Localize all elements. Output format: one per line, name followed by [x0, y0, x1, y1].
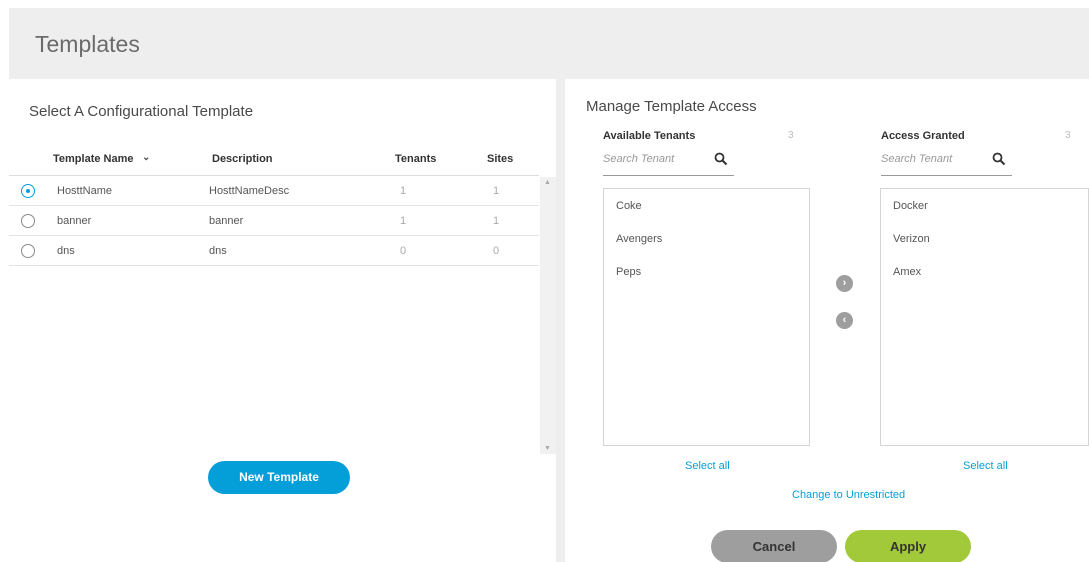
- scroll-up-arrow-icon[interactable]: ▲: [544, 179, 551, 186]
- granted-select-all-link[interactable]: Select all: [963, 460, 1008, 472]
- access-granted-list[interactable]: Docker Verizon Amex: [880, 188, 1089, 446]
- available-tenants-count: 3: [788, 130, 794, 141]
- list-item[interactable]: Amex: [893, 266, 921, 278]
- scroll-down-arrow-icon[interactable]: ▼: [544, 445, 551, 452]
- table-row[interactable]: banner banner 1 1: [9, 206, 539, 236]
- row-tenants: 0: [400, 245, 407, 257]
- available-select-all-link[interactable]: Select all: [685, 460, 730, 472]
- row-description: HosttNameDesc: [209, 185, 290, 197]
- move-right-chevron-icon[interactable]: ›: [836, 275, 853, 292]
- row-name: dns: [57, 245, 75, 257]
- sort-chevron-down-icon[interactable]: ⌄: [142, 152, 150, 163]
- table-header: Template Name ⌄ Description Tenants Site…: [9, 144, 539, 176]
- available-tenants-list[interactable]: Coke Avengers Peps: [603, 188, 810, 446]
- page-header: Templates: [9, 8, 1089, 79]
- table-row[interactable]: dns dns 0 0: [9, 236, 539, 266]
- list-item[interactable]: Peps: [616, 266, 641, 278]
- apply-button[interactable]: Apply: [845, 530, 971, 562]
- row-radio[interactable]: [21, 214, 35, 228]
- move-left-chevron-icon[interactable]: ‹: [836, 312, 853, 329]
- page-title: Templates: [35, 31, 140, 57]
- row-sites: 1: [493, 215, 500, 227]
- right-panel-title: Manage Template Access: [586, 98, 757, 115]
- search-icon[interactable]: [992, 152, 1006, 166]
- panel-divider: [556, 79, 565, 562]
- available-search-placeholder: Search Tenant: [603, 153, 675, 165]
- list-item[interactable]: Coke: [616, 200, 642, 212]
- available-search-input[interactable]: Search Tenant: [603, 145, 734, 176]
- row-tenants: 1: [400, 185, 407, 197]
- search-icon[interactable]: [714, 152, 728, 166]
- column-header-sites: Sites: [487, 153, 514, 165]
- row-description: dns: [209, 245, 227, 257]
- granted-search-placeholder: Search Tenant: [881, 153, 953, 165]
- column-header-tenants: Tenants: [395, 153, 437, 165]
- granted-search-input[interactable]: Search Tenant: [881, 145, 1012, 176]
- table-row[interactable]: HosttName HosttNameDesc 1 1: [9, 176, 539, 206]
- table-scrollbar[interactable]: ▲ ▼: [540, 177, 556, 454]
- new-template-button[interactable]: New Template: [208, 461, 350, 494]
- column-header-description: Description: [212, 153, 273, 165]
- row-name: banner: [57, 215, 92, 227]
- available-tenants-label: Available Tenants: [603, 130, 696, 142]
- list-item[interactable]: Verizon: [893, 233, 930, 245]
- row-sites: 0: [493, 245, 500, 257]
- row-radio[interactable]: [21, 244, 35, 258]
- row-description: banner: [209, 215, 244, 227]
- row-tenants: 1: [400, 215, 407, 227]
- row-radio[interactable]: [21, 184, 35, 198]
- access-granted-count: 3: [1065, 130, 1071, 141]
- access-granted-label: Access Granted: [881, 130, 965, 142]
- row-name: HosttName: [57, 185, 113, 197]
- list-item[interactable]: Avengers: [616, 233, 662, 245]
- left-panel-title: Select A Configurational Template: [29, 103, 254, 120]
- list-item[interactable]: Docker: [893, 200, 928, 212]
- row-sites: 1: [493, 185, 500, 197]
- templates-page: Templates Select A Configurational Templ…: [0, 0, 1089, 562]
- column-header-template-name[interactable]: Template Name: [53, 153, 134, 165]
- cancel-button[interactable]: Cancel: [711, 530, 837, 562]
- change-to-unrestricted-link[interactable]: Change to Unrestricted: [792, 489, 905, 501]
